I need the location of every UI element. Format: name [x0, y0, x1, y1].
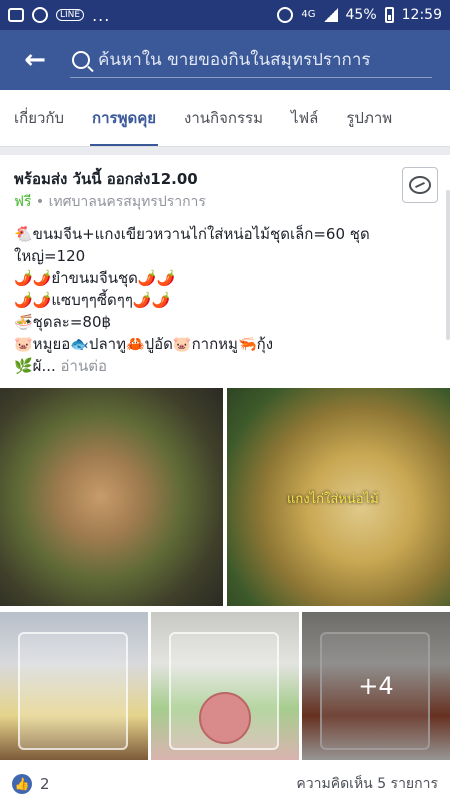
tab-about[interactable]: เกี่ยวกับ: [0, 90, 78, 146]
shop-logo-seal: [199, 692, 251, 744]
battery-percent: 45%: [345, 7, 377, 23]
back-button[interactable]: ←: [0, 30, 70, 90]
read-more-link[interactable]: อ่านต่อ: [56, 357, 107, 375]
search-input[interactable]: ค้นหาใน ขายของกินในสมุทรปราการ: [98, 46, 371, 73]
comments-count[interactable]: ความคิดเห็น 5 รายการ: [296, 773, 438, 795]
price-label: ฟรี: [14, 194, 32, 210]
description-line-last: 🌿ผั... อ่านต่อ: [14, 355, 434, 377]
signal-icon: [323, 8, 338, 22]
description-truncated: 🌿ผั...: [14, 357, 56, 375]
gallery-icon: [8, 8, 24, 22]
description-line: 🌶️🌶️แซบๆๆซี้ดๆๆ🌶️🌶️: [14, 291, 171, 309]
tab-files[interactable]: ไฟล์: [277, 90, 332, 146]
group-search-bar[interactable]: ค้นหาใน ขายของกินในสมุทรปราการ: [70, 42, 432, 78]
battery-icon: [384, 7, 394, 23]
shield-icon: [32, 7, 48, 23]
status-left: LINE ...: [8, 6, 110, 25]
post-description: 🐔ขนมจีน+แกงเขียวหวานไก่ใส่หน่อไม้ชุดเล็ก…: [14, 223, 434, 377]
messenger-icon: [409, 176, 431, 194]
post-footer: 👍 2 ความคิดเห็น 5 รายการ: [0, 767, 450, 800]
alarm-icon: [277, 7, 294, 23]
photo-green-curry[interactable]: แกงไก่ใส่หน่อไม้: [227, 388, 450, 606]
tab-photos[interactable]: รูปภาพ: [332, 90, 406, 146]
description-line: 🌶️🌶️ยำขนมจีนชุด🌶️🌶️: [14, 269, 176, 287]
network-type: 4G: [301, 9, 316, 20]
line-app-icon: LINE: [56, 9, 85, 21]
message-seller-button[interactable]: [402, 167, 438, 203]
more-photos-overlay[interactable]: +4: [302, 612, 450, 760]
tab-discussion[interactable]: การพูดคุย: [78, 90, 170, 146]
sale-post-card: พร้อมส่ง วันนี้ ออกส่ง12.00 ฟรี • เทศบาล…: [0, 155, 450, 800]
photo-dessert-3[interactable]: +4: [302, 612, 450, 760]
description-line: 🍜ชุดละ=80฿: [14, 313, 112, 331]
clock: 12:59: [401, 7, 442, 23]
photo-dessert-1[interactable]: [0, 612, 148, 760]
more-notifications-icon: ...: [92, 5, 111, 25]
description-line: ใหญ่=120: [14, 247, 86, 265]
adjacent-card-edge: [446, 190, 450, 340]
plastic-bag-shape: [18, 632, 128, 750]
search-header: ← ค้นหาใน ขายของกินในสมุทรปราการ: [0, 30, 450, 90]
like-count[interactable]: 2: [40, 775, 50, 793]
photo-caption: แกงไก่ใส่หน่อไม้: [287, 492, 379, 507]
search-icon: [72, 50, 90, 69]
more-photos-count: +4: [358, 672, 394, 700]
post-meta: ฟรี • เทศบาลนครสมุทรปราการ: [14, 191, 206, 213]
post-title[interactable]: พร้อมส่ง วันนี้ ออกส่ง12.00: [14, 167, 198, 191]
status-right: 4G 45% 12:59: [277, 7, 442, 23]
description-line: 🐷หมูยอ🐟ปลาทู🦀ปูอัด🐷กากหมู🦐กุ้ง: [14, 335, 274, 353]
group-tabs: เกี่ยวกับ การพูดคุย งานกิจกรรม ไฟล์ รูปภ…: [0, 90, 450, 147]
post-location: เทศบาลนครสมุทรปราการ: [48, 194, 206, 210]
description-line: 🐔ขนมจีน+แกงเขียวหวานไก่ใส่หน่อไม้ชุดเล็ก…: [14, 225, 370, 243]
photo-dessert-2[interactable]: [151, 612, 299, 760]
photo-noodle-salad[interactable]: [0, 388, 223, 606]
arrow-left-icon: ←: [24, 45, 46, 75]
meta-separator: •: [31, 194, 49, 210]
tab-events[interactable]: งานกิจกรรม: [170, 90, 277, 146]
thumbs-up-icon[interactable]: 👍: [12, 773, 32, 794]
status-bar: LINE ... 4G 45% 12:59: [0, 0, 450, 30]
